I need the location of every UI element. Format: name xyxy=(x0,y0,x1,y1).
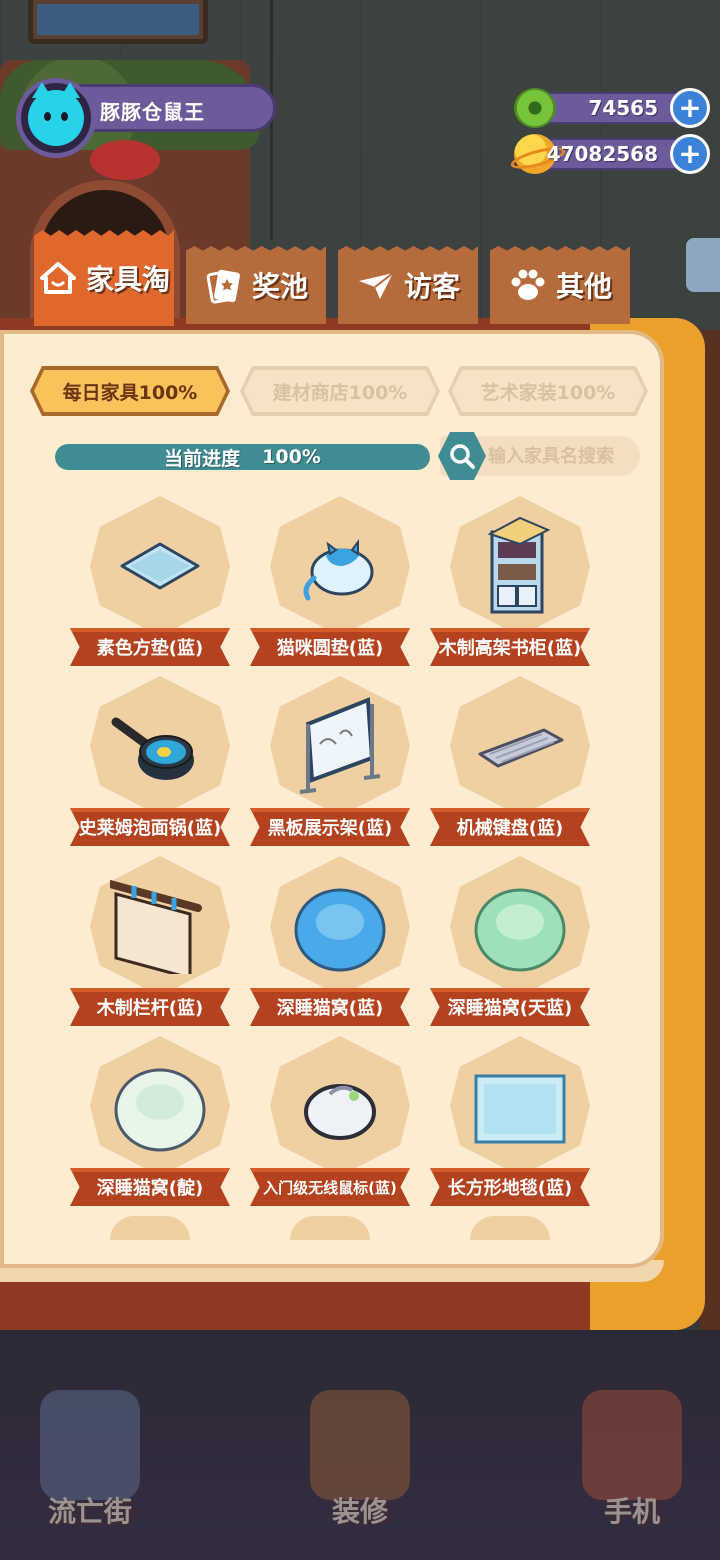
furniture-item[interactable]: 长方形地毯(蓝) xyxy=(430,1036,600,1206)
donut-coin-icon xyxy=(514,88,556,128)
player-avatar[interactable] xyxy=(16,78,96,158)
planet-coin-value: 47082568 xyxy=(546,142,658,166)
furniture-item[interactable]: 史莱姆泡面锅(蓝) xyxy=(70,676,240,846)
phone-icon xyxy=(582,1390,682,1500)
donut-coin-value: 74565 xyxy=(588,96,658,120)
cat-bed-indigo-icon xyxy=(114,1068,206,1152)
pot-icon xyxy=(111,717,194,780)
tab-label: 其他 xyxy=(555,270,612,303)
paw-icon xyxy=(508,265,548,305)
next-row-item xyxy=(290,1216,370,1240)
furniture-item[interactable]: 木制栏杆(蓝) xyxy=(70,856,240,1026)
furniture-item[interactable]: 猫咪圆垫(蓝) xyxy=(250,496,420,666)
item-name-ribbon: 木制栏杆(蓝) xyxy=(70,988,230,1026)
house-icon xyxy=(38,258,78,298)
tab-prize-pool[interactable]: 奖池 xyxy=(186,246,326,324)
board-stand-icon xyxy=(299,697,381,794)
nav-exile-street[interactable]: 流亡街 xyxy=(10,1380,170,1540)
mouse-icon xyxy=(304,1084,376,1140)
item-name-ribbon: 深睡猫窝(靛) xyxy=(70,1168,230,1206)
item-name-ribbon: 长方形地毯(蓝) xyxy=(430,1168,590,1206)
tab-visitors[interactable]: 访客 xyxy=(338,246,478,324)
picture-frame xyxy=(28,0,208,44)
next-row-item xyxy=(110,1216,190,1240)
item-name: 深睡猫窝(天蓝) xyxy=(447,998,573,1019)
player-profile[interactable]: 豚豚仓鼠王 xyxy=(16,78,276,158)
furniture-item[interactable]: 深睡猫窝(蓝) xyxy=(250,856,420,1026)
item-name-ribbon: 深睡猫窝(天蓝) xyxy=(430,988,590,1026)
tab-furniture-shop[interactable]: 家具淘 xyxy=(34,230,174,326)
progress-label: 当前进度 xyxy=(164,447,241,470)
nav-label: 流亡街 xyxy=(47,1495,132,1528)
subtab-building-materials[interactable]: 建材商店100% xyxy=(240,366,440,416)
furniture-item[interactable]: 黑板展示架(蓝) xyxy=(250,676,420,846)
tab-label: 访客 xyxy=(403,270,460,303)
furniture-item[interactable]: 素色方垫(蓝) xyxy=(70,496,240,666)
subtab-daily-furniture[interactable]: 每日家具100% xyxy=(30,366,230,416)
nav-decorate[interactable]: 装修 xyxy=(280,1380,440,1540)
bookshelf-icon xyxy=(487,516,551,614)
paper-plane-icon xyxy=(356,265,396,305)
rug-icon xyxy=(474,1074,566,1144)
add-donut-coin-button[interactable]: + xyxy=(670,88,710,128)
item-name: 猫咪圆垫(蓝) xyxy=(276,638,384,659)
furniture-item[interactable]: 木制高架书柜(蓝) xyxy=(430,496,600,666)
tab-label: 家具淘 xyxy=(85,263,170,296)
item-name: 长方形地毯(蓝) xyxy=(447,1178,573,1199)
item-name: 入门级无线鼠标(蓝) xyxy=(263,1178,397,1197)
item-name-ribbon: 史莱姆泡面锅(蓝) xyxy=(70,808,230,846)
main-tabs: 家具淘 奖池 访客 其他 xyxy=(34,230,634,330)
item-name: 素色方垫(蓝) xyxy=(96,638,204,659)
cat-avatar-icon xyxy=(28,82,84,146)
street-icon xyxy=(40,1390,140,1500)
progress-percent: 100% xyxy=(262,446,321,468)
item-name: 木制高架书柜(蓝) xyxy=(438,638,582,659)
collection-progress-bar: 当前进度 100% xyxy=(55,444,430,470)
furniture-item[interactable]: 机械键盘(蓝) xyxy=(430,676,600,846)
item-name: 史莱姆泡面锅(蓝) xyxy=(78,818,222,839)
item-name-ribbon: 深睡猫窝(蓝) xyxy=(250,988,410,1026)
item-name-ribbon: 素色方垫(蓝) xyxy=(70,628,230,666)
subtab-label: 建材商店100% xyxy=(272,381,408,404)
item-name-ribbon: 入门级无线鼠标(蓝) xyxy=(250,1168,410,1206)
currency-planet: 47082568 + xyxy=(514,134,710,174)
add-planet-coin-button[interactable]: + xyxy=(670,134,710,174)
cat-bed-skyblue-icon xyxy=(474,888,566,972)
nav-label: 装修 xyxy=(331,1495,388,1528)
side-share-tab[interactable] xyxy=(686,238,720,292)
railing-icon xyxy=(110,880,202,974)
currency-donut: 74565 + xyxy=(514,88,710,128)
subtab-label: 每日家具100% xyxy=(62,381,198,404)
item-name: 深睡猫窝(蓝) xyxy=(276,998,384,1019)
next-row-item xyxy=(470,1216,550,1240)
item-name-ribbon: 黑板展示架(蓝) xyxy=(250,808,410,846)
card-icon xyxy=(204,265,244,305)
nav-phone[interactable]: 手机 xyxy=(552,1380,712,1540)
square-cushion-icon xyxy=(120,542,200,590)
item-name: 木制栏杆(蓝) xyxy=(96,998,204,1019)
item-name-ribbon: 木制高架书柜(蓝) xyxy=(430,628,590,666)
furniture-item[interactable]: 入门级无线鼠标(蓝) xyxy=(250,1036,420,1206)
paint-roller-icon xyxy=(310,1390,410,1500)
cat-cushion-icon xyxy=(303,539,374,601)
item-name-ribbon: 猫咪圆垫(蓝) xyxy=(250,628,410,666)
search-input[interactable] xyxy=(488,442,638,470)
subtab-art-decor[interactable]: 艺术家装100% xyxy=(448,366,648,416)
tab-label: 奖池 xyxy=(251,270,308,303)
search-icon xyxy=(450,444,475,469)
furniture-item[interactable]: 深睡猫窝(靛) xyxy=(70,1036,240,1206)
player-name: 豚豚仓鼠王 xyxy=(100,100,205,124)
item-name: 深睡猫窝(靛) xyxy=(96,1178,204,1199)
tab-other[interactable]: 其他 xyxy=(490,246,630,324)
item-name: 黑板展示架(蓝) xyxy=(267,818,393,839)
furniture-item[interactable]: 深睡猫窝(天蓝) xyxy=(430,856,600,1026)
nav-label: 手机 xyxy=(603,1495,660,1528)
item-name: 机械键盘(蓝) xyxy=(456,818,564,839)
keyboard-icon xyxy=(478,728,564,768)
cat-bed-blue-icon xyxy=(294,888,386,972)
subtab-label: 艺术家装100% xyxy=(480,381,616,404)
item-name-ribbon: 机械键盘(蓝) xyxy=(430,808,590,846)
